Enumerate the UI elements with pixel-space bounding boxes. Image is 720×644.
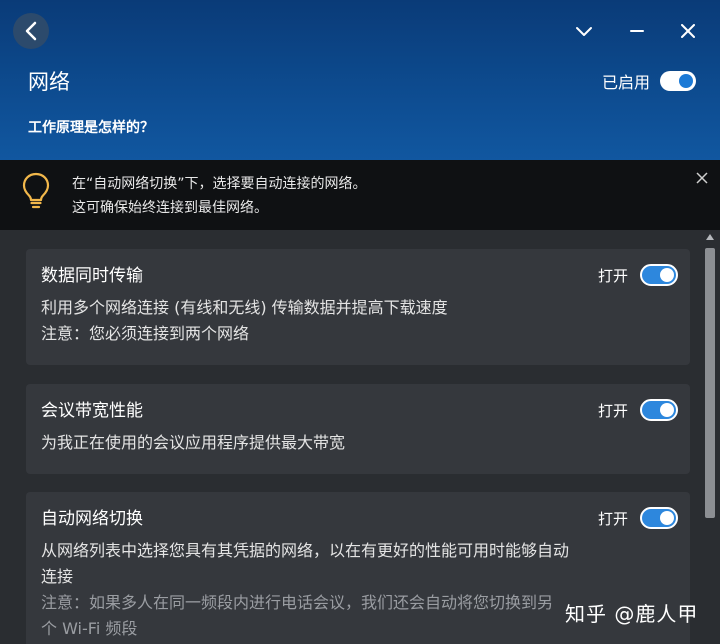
banner-close-button[interactable] (692, 168, 712, 188)
meeting-bandwidth-toggle[interactable] (640, 399, 678, 421)
back-button[interactable] (13, 13, 49, 49)
minimize-icon (630, 30, 644, 32)
scroll-up-icon[interactable] (706, 234, 714, 240)
enabled-label: 已启用 (601, 73, 650, 92)
card-description: 为我正在使用的会议应用程序提供最大带宽 (41, 430, 651, 456)
network-enabled-control: 已启用 (602, 69, 696, 93)
card-meeting-bandwidth: 会议带宽性能 打开 为我正在使用的会议应用程序提供最大带宽 (26, 384, 690, 474)
toggle-knob (660, 511, 674, 525)
chevron-down-icon (576, 27, 592, 36)
simultaneous-transfer-toggle[interactable] (640, 264, 678, 286)
back-arrow-icon (25, 21, 37, 41)
toggle-on-label: 打开 (597, 266, 628, 285)
scroll-thumb[interactable] (705, 248, 715, 518)
minimize-button[interactable] (622, 16, 652, 46)
card-note-line: 个 Wi-Fi 频段 (41, 619, 138, 638)
how-it-works-link[interactable]: 工作原理是怎样的？ (28, 117, 154, 137)
banner-line-1: 在“自动网络切换”下，选择要自动连接的网络。 (72, 176, 367, 192)
card-title: 自动网络切换 (41, 509, 143, 529)
lightbulb-icon (22, 172, 50, 209)
collapse-button[interactable] (569, 16, 599, 46)
card-toggle-control: 打开 (598, 507, 678, 529)
card-note-line: 注意：您必须连接到两个网络 (41, 324, 250, 343)
close-window-button[interactable] (673, 16, 703, 46)
card-description: 利用多个网络连接 (有线和无线) 传输数据并提高下载速度 注意：您必须连接到两个… (41, 295, 651, 347)
card-desc-line: 为我正在使用的会议应用程序提供最大带宽 (41, 433, 346, 452)
toggle-knob (660, 268, 674, 282)
toggle-knob (660, 403, 674, 417)
card-title: 数据同时传输 (41, 266, 143, 286)
card-title: 会议带宽性能 (41, 401, 143, 421)
auto-network-switch-toggle[interactable] (640, 507, 678, 529)
card-toggle-control: 打开 (598, 264, 678, 286)
card-desc-line: 连接 (41, 567, 74, 586)
card-desc-line: 利用多个网络连接 (有线和无线) 传输数据并提高下载速度 (41, 298, 448, 317)
network-enabled-toggle[interactable] (660, 71, 696, 91)
toggle-on-label: 打开 (597, 509, 628, 528)
card-simultaneous-transfer: 数据同时传输 打开 利用多个网络连接 (有线和无线) 传输数据并提高下载速度 注… (26, 249, 690, 365)
page-title: 网络 (28, 70, 70, 94)
watermark: 知乎 @鹿人甲 (565, 602, 699, 626)
toggle-on-label: 打开 (597, 401, 628, 420)
card-desc-line: 从网络列表中选择您具有其凭据的网络，以在有更好的性能可用时能够自动 (41, 541, 570, 560)
card-description: 从网络列表中选择您具有其凭据的网络，以在有更好的性能可用时能够自动 连接 注意：… (41, 538, 651, 642)
header: 网络 工作原理是怎样的？ 已启用 (0, 0, 720, 160)
card-note-line: 注意：如果多人在同一频段内进行电话会议，我们还会自动将您切换到另 (41, 593, 554, 612)
card-toggle-control: 打开 (598, 399, 678, 421)
banner-close-icon (696, 172, 708, 184)
scrollbar[interactable] (702, 230, 718, 644)
close-icon (681, 24, 695, 38)
toggle-knob (679, 74, 693, 88)
banner-text: 在“自动网络切换”下，选择要自动连接的网络。 这可确保始终连接到最佳网络。 (72, 172, 367, 220)
banner-line-2: 这可确保始终连接到最佳网络。 (72, 200, 268, 216)
